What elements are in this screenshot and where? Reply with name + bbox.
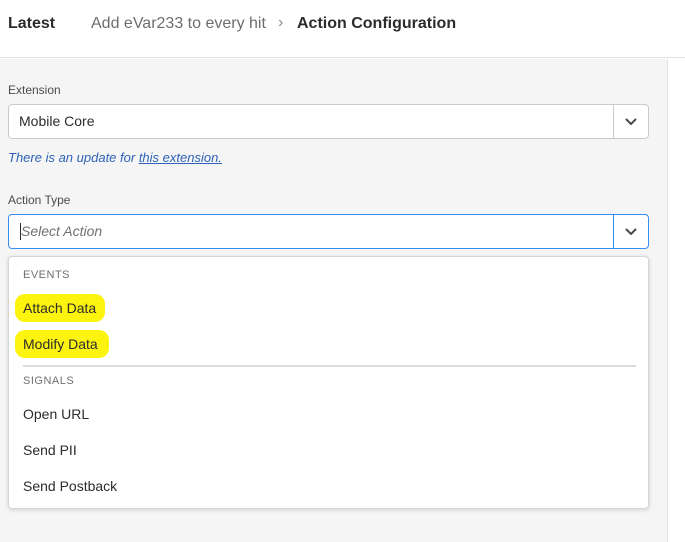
menu-item-modify-data[interactable]: Modify Data xyxy=(9,327,648,363)
breadcrumb-current: Action Configuration xyxy=(297,15,457,32)
menu-item-send-postback[interactable]: Send Postback xyxy=(9,469,648,505)
breadcrumb-latest[interactable]: Latest xyxy=(8,15,55,33)
action-type-select[interactable]: Select Action xyxy=(8,214,649,249)
action-type-placeholder: Select Action xyxy=(21,223,103,239)
menu-item-label: Modify Data xyxy=(23,336,98,352)
action-type-label: Action Type xyxy=(8,193,71,207)
scrollbar[interactable] xyxy=(667,59,685,542)
menu-divider xyxy=(23,365,636,367)
group-heading-signals: SIGNALS xyxy=(23,375,75,387)
menu-item-attach-data[interactable]: Attach Data xyxy=(9,291,648,327)
action-type-dropdown-menu: EVENTS Attach Data Modify Data SIGNALS O… xyxy=(8,256,649,509)
menu-item-label: Attach Data xyxy=(23,300,97,316)
menu-item-send-pii[interactable]: Send PII xyxy=(9,433,648,469)
menu-item-open-url[interactable]: Open URL xyxy=(9,397,648,433)
action-type-select-toggle[interactable] xyxy=(613,215,648,248)
extension-select-value: Mobile Core xyxy=(19,113,95,129)
chevron-down-icon xyxy=(625,118,637,125)
group-heading-events: EVENTS xyxy=(23,269,71,281)
extension-select-toggle[interactable] xyxy=(613,105,648,138)
breadcrumb-header: Latest Add eVar233 to every hit › Action… xyxy=(0,0,685,58)
chevron-down-icon xyxy=(625,228,637,235)
update-notice: There is an update for this extension. xyxy=(8,150,222,165)
menu-item-label: Send Postback xyxy=(23,478,118,494)
extension-label: Extension xyxy=(8,83,61,97)
breadcrumb-separator-icon: › xyxy=(278,14,284,31)
extension-select[interactable]: Mobile Core xyxy=(8,104,649,139)
breadcrumb-rule-name[interactable]: Add eVar233 to every hit xyxy=(91,15,266,33)
update-notice-text: There is an update for xyxy=(8,150,139,165)
update-extension-link[interactable]: this extension. xyxy=(139,150,222,165)
menu-item-label: Open URL xyxy=(23,406,90,422)
menu-item-label: Send PII xyxy=(23,442,77,458)
